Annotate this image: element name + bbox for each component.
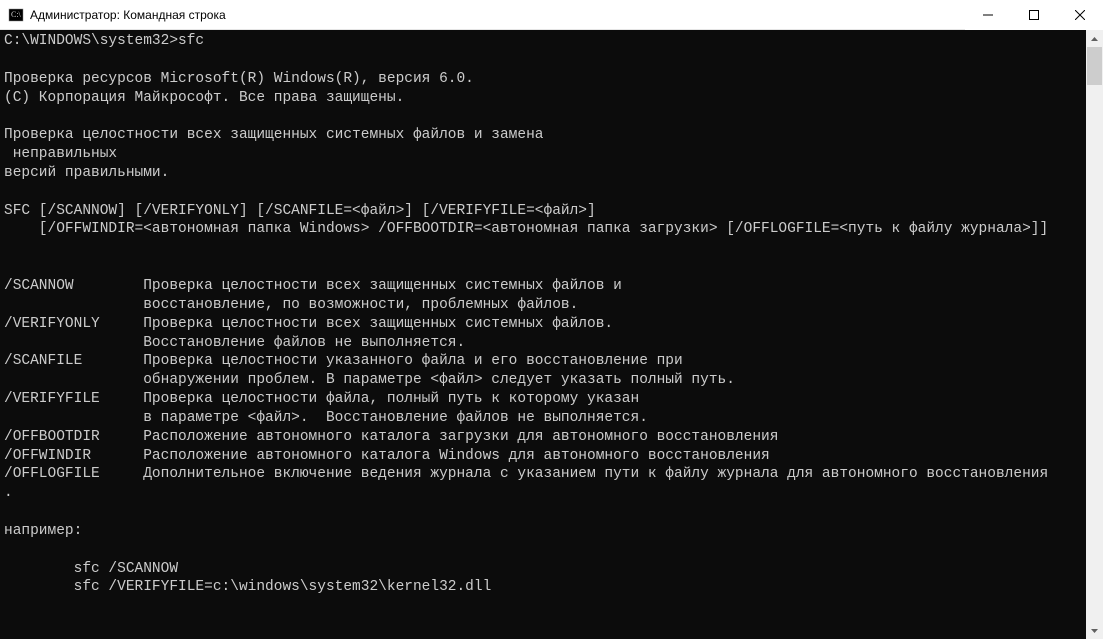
option-verifyfile: в параметре <файл>. Восстановление файло… [4,410,648,426]
maximize-button[interactable] [1011,0,1057,30]
window-titlebar[interactable]: C:\ Администратор: Командная строка [0,0,1103,30]
usage-line: [/OFFWINDIR=<автономная папка Windows> /… [4,221,1048,237]
example-line: sfc /VERIFYFILE=c:\windows\system32\kern… [4,579,491,595]
option-offbootdir: /OFFBOOTDIR Расположение автономного кат… [4,429,778,445]
description-line: Проверка целостности всех защищенных сис… [4,127,544,143]
option-verifyonly: /VERIFYONLY Проверка целостности всех за… [4,316,613,332]
scrollbar-up-button[interactable] [1086,30,1103,47]
minimize-button[interactable] [965,0,1011,30]
prompt-line: C:\WINDOWS\system32>sfc [4,33,204,49]
header-line: Проверка ресурсов Microsoft(R) Windows(R… [4,71,474,87]
option-scanfile: /SCANFILE Проверка целостности указанног… [4,353,683,369]
vertical-scrollbar[interactable] [1086,30,1103,639]
option-scannow: восстановление, по возможности, проблемн… [4,297,578,313]
option-verifyfile: /VERIFYFILE Проверка целостности файла, … [4,391,639,407]
svg-text:C:\: C:\ [11,10,22,19]
example-label: например: [4,523,82,539]
close-button[interactable] [1057,0,1103,30]
scrollbar-thumb[interactable] [1087,47,1102,85]
scrollbar-down-button[interactable] [1086,622,1103,639]
option-scanfile: обнаружении проблем. В параметре <файл> … [4,372,735,388]
example-line: sfc /SCANNOW [4,561,178,577]
terminal-viewport: C:\WINDOWS\system32>sfc Проверка ресурсо… [0,30,1103,639]
option-offlogfile: /OFFLOGFILE Дополнительное включение вед… [4,466,1048,482]
cmd-icon: C:\ [8,7,24,23]
header-line: (C) Корпорация Майкрософт. Все права защ… [4,90,404,106]
description-line: версий правильными. [4,165,169,181]
description-line: неправильных [4,146,117,162]
option-offwindir: /OFFWINDIR Расположение автономного ката… [4,448,770,464]
dot-line: . [4,485,13,501]
usage-line: SFC [/SCANNOW] [/VERIFYONLY] [/SCANFILE=… [4,203,596,219]
option-verifyonly: Восстановление файлов не выполняется. [4,335,465,351]
terminal-output[interactable]: C:\WINDOWS\system32>sfc Проверка ресурсо… [0,30,1086,639]
scrollbar-track[interactable] [1086,47,1103,622]
option-scannow: /SCANNOW Проверка целостности всех защищ… [4,278,622,294]
window-title: Администратор: Командная строка [30,8,226,22]
